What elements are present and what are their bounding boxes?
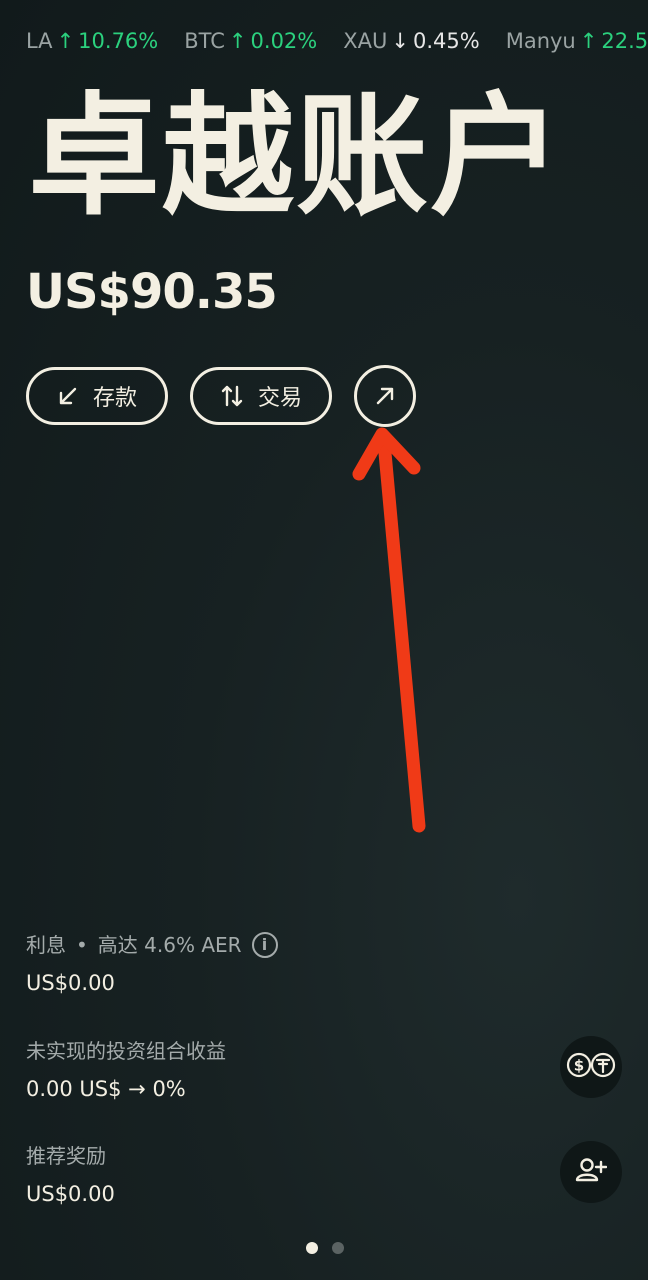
account-balance: US$90.35 — [26, 264, 278, 320]
interest-section: 利息 • 高达 4.6% AER i US$0.00 — [26, 930, 566, 998]
arrow-down-icon: ↓ — [391, 29, 409, 53]
action-bar: 存款 交易 — [26, 365, 416, 427]
arrow-up-icon: ↑ — [579, 29, 598, 53]
trade-label: 交易 — [257, 386, 302, 411]
interest-rate: 高达 4.6% AER — [97, 933, 242, 957]
deposit-button[interactable]: 存款 — [26, 367, 168, 425]
currency-button[interactable]: $ — [560, 1036, 622, 1098]
page-dot-active[interactable] — [306, 1242, 318, 1254]
ticker-item-xau[interactable]: XAU ↓ 0.45% — [343, 26, 479, 56]
referral-label: 推荐奖励 — [26, 1144, 106, 1168]
unrealized-value: 0.00 US$ → 0% — [26, 1077, 186, 1101]
dollar-tether-icon: $ — [565, 1051, 617, 1083]
ticker-symbol: XAU — [343, 29, 388, 53]
ticker-symbol: Manyu — [505, 29, 576, 53]
arrow-up-right-icon — [374, 385, 396, 407]
trade-button[interactable]: 交易 — [190, 367, 332, 425]
deposit-label: 存款 — [92, 386, 137, 411]
info-icon[interactable]: i — [251, 932, 278, 958]
withdraw-button[interactable] — [354, 365, 416, 427]
ticker-change: 0.45% — [412, 29, 480, 53]
page-indicator — [306, 1242, 344, 1254]
unrealized-section: 未实现的投资组合收益 0.00 US$ → 0% — [26, 1036, 566, 1104]
unrealized-label: 未实现的投资组合收益 — [26, 1039, 226, 1063]
referral-section: 推荐奖励 US$0.00 — [26, 1141, 566, 1209]
ticker-change: 22.5 — [601, 29, 648, 53]
arrow-up-icon: ↑ — [228, 29, 247, 53]
separator-dot: • — [76, 933, 88, 957]
ticker-item-manyu[interactable]: Manyu ↑ 22.5 — [506, 26, 648, 56]
swap-vertical-icon — [220, 383, 244, 409]
ticker-change: 0.02% — [250, 29, 318, 53]
add-user-icon — [575, 1156, 608, 1188]
interest-label: 利息 — [26, 933, 66, 957]
ticker-item-la[interactable]: LA ↑ 10.76% — [26, 26, 158, 56]
arrow-down-left-icon — [57, 385, 79, 407]
page-dot[interactable] — [332, 1242, 344, 1254]
svg-text:$: $ — [574, 1057, 584, 1075]
ticker-symbol: LA — [26, 29, 53, 53]
account-title: 卓越账户 — [28, 80, 564, 234]
arrow-up-icon: ↑ — [56, 29, 75, 53]
ticker-item-btc[interactable]: BTC ↑ 0.02% — [184, 26, 317, 56]
invite-button[interactable] — [560, 1141, 622, 1203]
market-ticker[interactable]: LA ↑ 10.76% BTC ↑ 0.02% XAU ↓ 0.45% Many… — [0, 26, 648, 58]
ticker-symbol: BTC — [184, 29, 225, 53]
interest-value: US$0.00 — [26, 971, 115, 995]
ticker-change: 10.76% — [78, 29, 159, 53]
referral-value: US$0.00 — [26, 1182, 115, 1206]
